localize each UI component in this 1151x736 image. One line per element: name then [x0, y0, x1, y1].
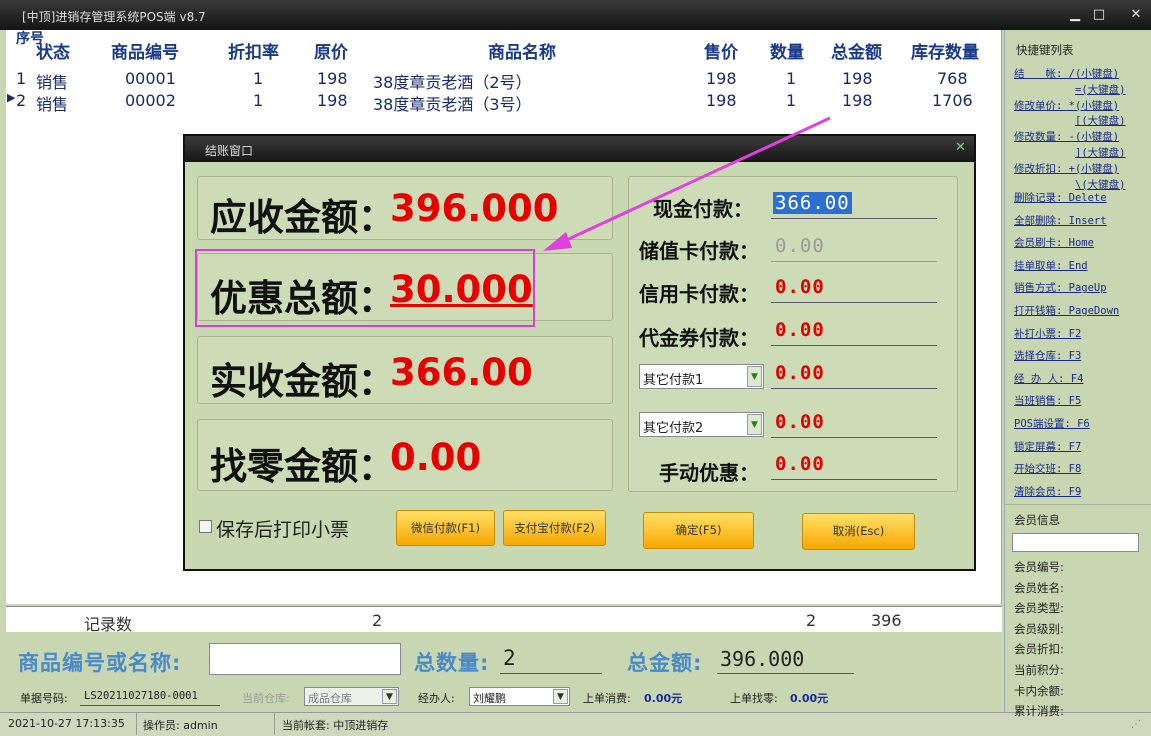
annotation-arrow-icon	[543, 116, 831, 251]
